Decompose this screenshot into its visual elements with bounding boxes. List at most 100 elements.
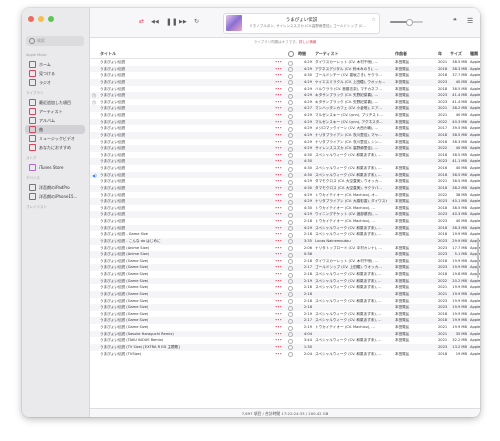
table-row[interactable]: うまぴょい伝説 4:30 2023 41.1 MB Apple ••• xyxy=(90,158,480,165)
favorite-star-icon[interactable]: ☆ xyxy=(372,17,376,23)
more-options-icon[interactable]: ••• xyxy=(275,133,282,137)
table-row[interactable]: うまぴょい伝説 (Game Size) 2:18 本田晃弘 2023 19.9 MB Ap… xyxy=(90,304,480,311)
sidebar-item[interactable]: アルバム xyxy=(25,116,85,125)
table-row[interactable]: うまぴょい伝説 4:29 マルゼンスキー (CV. Lynn), アグネスタ... 本… xyxy=(90,118,480,126)
shuffle-icon[interactable]: ⇄ xyxy=(139,19,144,25)
more-options-icon[interactable]: ••• xyxy=(275,140,282,144)
table-row[interactable]: うまぴょい伝説 4:29 マルゼンスキー (CV. Lynn), ブリヂスト... 本… xyxy=(90,112,480,119)
table-row[interactable]: うまぴょい伝説 4:29 スペシャルウィーク (CV. 和氣あず未), ... 本田晃… xyxy=(90,224,480,232)
close-button[interactable] xyxy=(28,16,34,22)
more-options-icon[interactable]: ••• xyxy=(275,67,282,71)
more-options-icon[interactable]: ••• xyxy=(275,252,282,256)
repeat-icon[interactable]: ↻ xyxy=(194,19,199,25)
table-row[interactable]: うまぴょい伝説 (Game Size) 2:17 スペシャルウィーク (CV. 和氣… xyxy=(90,317,480,324)
table-row[interactable]: うまぴょい伝説 4:30 トウカイテイオー (CV. Machico), ... 本田… xyxy=(90,205,480,212)
more-options-icon[interactable]: ••• xyxy=(275,60,282,64)
more-options-icon[interactable]: ••• xyxy=(275,153,282,157)
more-options-icon[interactable]: ••• xyxy=(275,126,282,130)
table-row[interactable]: うまぴょい伝説 (TV Size) [EXTRA R ED 主題歌] 1:30 20… xyxy=(90,343,480,351)
table-row[interactable]: ⓵ うまぴょい伝説 4:29 キタサンブラック (CV. 矢野妃菜喜), ... 本田晃… xyxy=(90,99,480,106)
more-options-icon[interactable]: ••• xyxy=(275,193,282,197)
queue-icon[interactable]: ☰ xyxy=(467,18,473,25)
table-row[interactable]: うまぴょい伝説 (Game Size) 2:18 ダイワスカーレット (CV. 木村… xyxy=(90,258,480,265)
table-row[interactable]: うまぴょい伝説 4:27 マンハッタンカフェ (CV. 小倉唯), エア... 本田晃… xyxy=(90,105,480,112)
sidebar-item[interactable]: アーティスト xyxy=(25,107,85,116)
table-row[interactable]: うまぴょい伝説 4:30 スペシャルウィーク (CV. 和氣あず未), ... 本田晃… xyxy=(90,152,480,159)
header-time[interactable]: 時間 xyxy=(298,51,306,57)
table-row[interactable]: うまぴょい伝説 (Sasuke Haraguchi Remix) 4:04 本田晃弘… xyxy=(90,330,480,338)
more-options-icon[interactable]: ••• xyxy=(275,312,282,316)
more-options-icon[interactable]: ••• xyxy=(275,226,282,230)
more-options-icon[interactable]: ••• xyxy=(275,199,282,203)
table-row[interactable]: うまぴょい伝説 4:29 ダイワスカーレット (CV. 木村千咲), ... 本田晃弘… xyxy=(90,59,480,66)
header-title[interactable]: タイトル xyxy=(100,51,116,57)
more-options-icon[interactable]: ••• xyxy=(275,305,282,309)
sidebar-item[interactable]: iTunes Store xyxy=(25,163,85,172)
more-options-icon[interactable]: ••• xyxy=(275,106,282,110)
search-input[interactable]: 検索 xyxy=(26,36,84,46)
more-options-icon[interactable]: ••• xyxy=(275,299,282,303)
table-row[interactable]: うまぴょい伝説 4:29 サイレンススズカ (CV. 高野麻里佳), ... 本田晃弘… xyxy=(90,145,480,152)
table-row[interactable]: うまぴょい伝説 2:18 トウカイテイオー (CV. Machico), ... 本田… xyxy=(90,218,480,225)
more-options-icon[interactable]: ••• xyxy=(275,345,282,349)
scrollbar-thumb[interactable] xyxy=(477,238,479,278)
table-row[interactable]: うまぴょい伝説 (Game Size) 2:19 トウカイテイオー (CV. Mac… xyxy=(90,324,480,331)
table-row[interactable]: うまぴょい伝説 4:30 タマモクロス (CV. 大空直美), サクラバ... 本田晃… xyxy=(90,184,480,192)
more-options-icon[interactable]: ••• xyxy=(275,325,282,329)
more-options-icon[interactable]: ••• xyxy=(275,212,282,216)
table-row[interactable]: うまぴょい伝説 4:30 ゴールドシチー (CV. 香坂さき), サクラ... 本田晃… xyxy=(90,72,480,79)
more-options-icon[interactable]: ••• xyxy=(275,113,282,117)
sidebar-item[interactable]: 曲 xyxy=(25,125,85,134)
sidebar-item[interactable]: 最近追加した項目 xyxy=(25,98,85,107)
table-row[interactable]: うまぴょい伝説 (Anime Size) 0:36 本田晃弘 2023 5.1 MB Ap… xyxy=(90,251,480,258)
zoom-button[interactable] xyxy=(48,16,54,22)
table-row[interactable]: うまぴょい伝説 (TAKU INOUE Remix) 3:44 スペシャルウィーク … xyxy=(90,337,480,344)
more-options-icon[interactable]: ••• xyxy=(275,173,282,177)
more-options-icon[interactable]: ••• xyxy=(275,166,282,170)
table-row[interactable]: うまぴょい伝説 4:29 ナリタブライアン (CV. 衣川里佳), シン... 本田晃… xyxy=(90,139,480,146)
more-options-icon[interactable]: ••• xyxy=(275,100,282,104)
table-row[interactable]: うまぴょい伝説 4:29 アグネスデジタル (CV. 鈴木みのり), ... 本田晃弘… xyxy=(90,65,480,73)
more-options-icon[interactable]: ••• xyxy=(275,146,282,150)
table-row[interactable]: うまぴょい伝説 (Game Size) 2:18 本田晃弘 2021 19.9 MB Ap… xyxy=(90,290,480,298)
table-row[interactable]: うまぴょい伝説 (Game Size) 2:18 スペシャルウィーク (CV. 和氣… xyxy=(90,284,480,291)
more-options-icon[interactable]: ••• xyxy=(275,179,282,183)
more-options-icon[interactable]: ••• xyxy=(275,206,282,210)
table-row[interactable]: うまぴょい伝説 4:29 トウカイテイオー (CV. Machico), オ... 本… xyxy=(90,192,480,199)
more-options-icon[interactable]: ••• xyxy=(275,93,282,97)
volume-knob[interactable] xyxy=(406,19,413,26)
table-row[interactable]: うまぴょい伝説 (Game Size) 2:19 スペシャルウィーク (CV. 和氣… xyxy=(90,277,480,285)
table-row[interactable]: うまぴょい伝説 (Game Size) 2:17 ゴールドシップ (CV. 上田瞳)… xyxy=(90,264,480,271)
header-size[interactable]: サイズ xyxy=(450,51,462,57)
scrollbar[interactable] xyxy=(477,58,479,403)
table-row[interactable]: うまぴょい伝説 (TVSize) 2:04 スペシャルウィーク (CV. 和氣あず未… xyxy=(90,351,480,358)
table-row[interactable]: うまぴょい伝説 (Game Size) 2:18 スペシャルウィーク (CV. 和氣… xyxy=(90,271,480,278)
favorite-circle-icon[interactable] xyxy=(288,352,293,357)
more-options-icon[interactable]: ••• xyxy=(275,352,282,356)
more-options-icon[interactable]: ••• xyxy=(275,186,282,190)
table-row[interactable]: うまぴょい伝説 4:29 タマモクロス (CV. 大空直美), ウオッカ... 本田晃… xyxy=(90,178,480,185)
table-row[interactable]: うまぴょい伝説 4:29 メジロマックイーン (CV. 大西沙織), ... 本田晃弘… xyxy=(90,125,480,132)
sidebar-item[interactable]: 洋吾朗のiPhone15... xyxy=(25,192,85,201)
more-options-icon[interactable]: ••• xyxy=(275,73,282,77)
lyrics-icon[interactable]: ❝ xyxy=(453,18,457,25)
table-row[interactable]: ◀) うまぴょい伝説 4:30 スペシャルウィーク (CV. 和氣あず未), ... 本… xyxy=(90,171,480,179)
sidebar-item[interactable]: ラジオ xyxy=(25,78,85,87)
header-year[interactable]: 年 xyxy=(438,51,442,57)
table-row[interactable]: うまぴょい伝説 (Game Size) 2:18 スペシャルウィーク (CV. 和氣… xyxy=(90,298,480,305)
table-row[interactable]: うまぴょい伝説 (Game Size) 2:19 スペシャルウィーク (CV. 和氣… xyxy=(90,311,480,318)
more-options-icon[interactable]: ••• xyxy=(275,279,282,283)
table-row[interactable]: うまぴょい伝説 4:29 ケイエスミラクル (CV. 上田瞳), ウオッカ... 本田… xyxy=(90,78,480,86)
table-row[interactable]: うまぴょい伝説 - Game Size 2:18 スペシャルウィーク (CV. 和氣… xyxy=(90,231,480,238)
next-button[interactable]: ▶▶ xyxy=(179,20,187,25)
more-options-icon[interactable]: ••• xyxy=(275,318,282,322)
sidebar-item[interactable]: 洋吾朗のiPadPro xyxy=(25,183,85,192)
minimize-button[interactable] xyxy=(38,16,44,22)
more-options-icon[interactable]: ••• xyxy=(275,120,282,124)
sidebar-item[interactable]: ホーム xyxy=(25,60,85,69)
more-options-icon[interactable]: ••• xyxy=(275,232,282,236)
more-options-icon[interactable]: ••• xyxy=(275,239,282,243)
table-row[interactable]: うまぴょい伝説 4:29 ナリタブライアン (CV. 大橋彩香), ダイワスカ...… xyxy=(90,198,480,205)
header-kind[interactable]: 種類 xyxy=(470,51,478,57)
sidebar-item[interactable]: 見つける xyxy=(25,69,85,78)
